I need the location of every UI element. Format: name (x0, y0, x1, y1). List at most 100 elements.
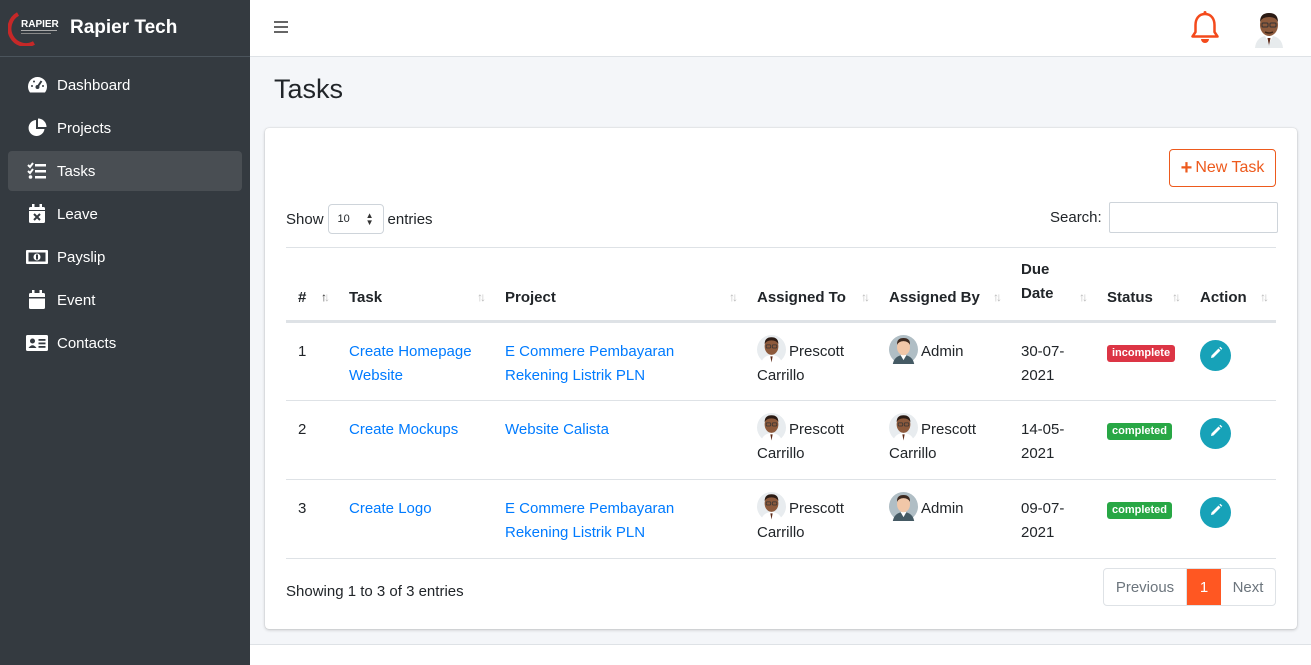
plus-icon: + (1180, 157, 1193, 179)
status-badge: completed (1107, 502, 1173, 519)
page-footer (250, 644, 1311, 665)
sidebar-nav: Dashboard Projects Tasks Leave Payslip E… (0, 57, 250, 374)
project-link[interactable]: E Commere Pembayaran Rekening Listrik PL… (505, 343, 674, 384)
sort-asc-icon: ↑↓ (321, 290, 330, 304)
new-task-label: New Task (1195, 159, 1265, 176)
assigned-to-cell: Prescott Carrillo (745, 479, 877, 559)
sidebar-item-event[interactable]: Event (8, 280, 242, 320)
column-header-num[interactable]: # ↑↓ (286, 247, 337, 323)
svg-text:RAPIER: RAPIER (21, 19, 60, 30)
avatar (757, 334, 786, 364)
due-date: 30-07-2021 (1009, 321, 1095, 401)
search-control: Search: (1050, 202, 1278, 233)
entries-select[interactable]: 10 ▲ ▼ (327, 204, 384, 234)
show-label: Show (286, 210, 324, 228)
sidebar-item-tasks[interactable]: Tasks (8, 151, 242, 191)
column-header-action[interactable]: Action ↑↓ (1188, 247, 1276, 323)
pagination-next[interactable]: Next (1221, 569, 1275, 605)
search-label: Search: (1050, 209, 1102, 226)
calendar-times-icon (26, 204, 48, 224)
sort-icon: ↑↓ (993, 290, 1002, 304)
assigned-by-cell: Admin (877, 321, 1009, 401)
sort-icon: ↑↓ (861, 290, 870, 304)
task-link[interactable]: Create Homepage Website (349, 343, 472, 384)
table-info: Showing 1 to 3 of 3 entries (286, 583, 464, 600)
sidebar-item-label: Contacts (57, 334, 117, 352)
column-header-status[interactable]: Status ↑↓ (1095, 247, 1188, 323)
project-link[interactable]: Website Calista (505, 421, 609, 438)
avatar (757, 491, 786, 521)
assigned-by-cell: Prescott Carrillo (877, 400, 1009, 480)
entries-label: entries (387, 210, 433, 228)
assigned-by-name: Admin (921, 343, 964, 360)
assigned-by-name: Admin (921, 500, 964, 517)
brand[interactable]: RAPIER Rapier Tech (0, 0, 250, 57)
sidebar-item-label: Tasks (57, 162, 96, 180)
edit-button[interactable] (1200, 497, 1231, 528)
user-avatar[interactable] (1250, 10, 1288, 48)
table-row: 1 Create Homepage Website E Commere Pemb… (286, 321, 1276, 401)
column-header-task[interactable]: Task ↑↓ (337, 247, 493, 323)
sort-icon: ↑↓ (729, 290, 738, 304)
pagination-page-1[interactable]: 1 (1187, 569, 1221, 605)
edit-button[interactable] (1200, 418, 1231, 449)
page-title: Tasks (274, 74, 344, 104)
pencil-icon (1209, 344, 1223, 368)
brand-logo: RAPIER (7, 10, 60, 48)
sidebar-item-label: Event (57, 291, 96, 309)
table-header-row: # ↑↓ Task ↑↓ Project ↑↓ Assigned To ↑↓ Assig… (286, 247, 1276, 323)
avatar (889, 412, 918, 442)
row-number: 2 (286, 400, 337, 480)
table-row: 3 Create Logo E Commere Pembayaran Reken… (286, 479, 1276, 559)
status-badge: completed (1107, 423, 1173, 440)
sidebar-item-label: Projects (57, 119, 112, 137)
pagination: Previous 1 Next (1103, 568, 1276, 606)
assigned-to-cell: Prescott Carrillo (745, 321, 877, 401)
sidebar-item-contacts[interactable]: Contacts (8, 323, 242, 363)
row-number: 3 (286, 479, 337, 559)
sort-icon: ↑↓ (1260, 290, 1269, 304)
sidebar: RAPIER Rapier Tech Dashboard Projects Ta… (0, 0, 250, 665)
sidebar-item-label: Payslip (57, 248, 106, 266)
status-badge: incomplete (1107, 345, 1176, 362)
sort-icon: ↑↓ (477, 290, 486, 304)
pie-chart-icon (26, 118, 48, 138)
due-date: 09-07-2021 (1009, 479, 1095, 559)
sort-icon: ↑↓ (1172, 290, 1181, 304)
pagination-previous[interactable]: Previous (1104, 569, 1187, 605)
task-link[interactable]: Create Mockups (349, 421, 458, 438)
pencil-icon (1209, 501, 1223, 525)
assigned-by-cell: Admin (877, 479, 1009, 559)
sort-icon: ↑↓ (1079, 290, 1088, 304)
sidebar-item-payslip[interactable]: Payslip (8, 237, 242, 277)
address-card-icon (26, 333, 48, 353)
sidebar-item-dashboard[interactable]: Dashboard (8, 65, 242, 105)
edit-button[interactable] (1200, 340, 1231, 371)
avatar (889, 491, 918, 521)
avatar (889, 334, 918, 364)
sidebar-item-leave[interactable]: Leave (8, 194, 242, 234)
column-header-assigned-by[interactable]: Assigned By ↑↓ (877, 247, 1009, 323)
money-bill-icon (26, 247, 48, 267)
new-task-button[interactable]: + New Task (1169, 149, 1276, 187)
due-date: 14-05-2021 (1009, 400, 1095, 480)
bell-icon[interactable] (1188, 10, 1222, 46)
column-header-due-date[interactable]: Due Date ↑↓ (1009, 247, 1095, 323)
pencil-icon (1209, 422, 1223, 446)
search-input[interactable] (1108, 202, 1278, 233)
project-link[interactable]: E Commere Pembayaran Rekening Listrik PL… (505, 500, 674, 541)
tasks-icon (26, 161, 48, 181)
task-link[interactable]: Create Logo (349, 500, 432, 517)
sidebar-item-projects[interactable]: Projects (8, 108, 242, 148)
top-navbar (250, 0, 1311, 57)
hamburger-icon[interactable] (274, 20, 290, 34)
column-header-assigned-to[interactable]: Assigned To ↑↓ (745, 247, 877, 323)
column-header-project[interactable]: Project ↑↓ (493, 247, 745, 323)
row-number: 1 (286, 321, 337, 401)
entries-value: 10 (337, 213, 350, 225)
sidebar-item-label: Dashboard (57, 76, 131, 94)
avatar (757, 412, 786, 442)
brand-name: Rapier Tech (70, 17, 178, 38)
sidebar-item-label: Leave (57, 205, 98, 223)
calendar-icon (26, 290, 48, 310)
